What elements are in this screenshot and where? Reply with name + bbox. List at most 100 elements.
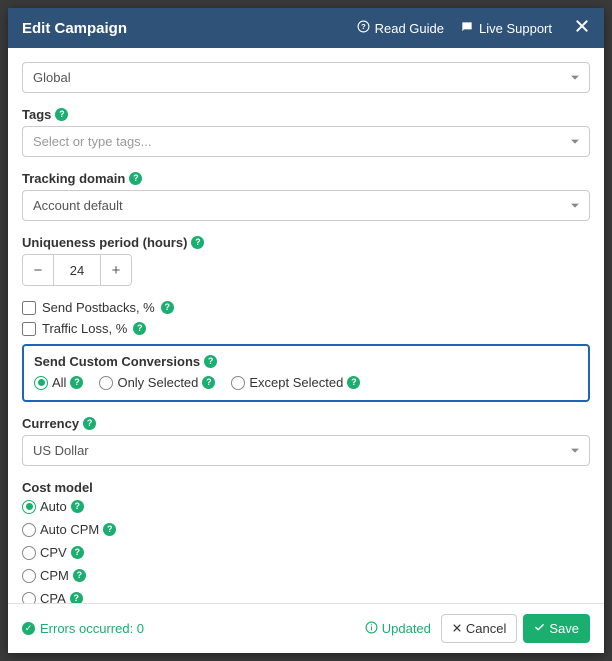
- radio-only-selected-label: Only Selected: [117, 375, 198, 390]
- tracking-domain-value: Account default: [33, 198, 123, 213]
- help-icon[interactable]: ?: [202, 376, 215, 389]
- currency-label-row: Currency ?: [22, 416, 590, 431]
- svg-text:?: ?: [361, 22, 366, 31]
- updated-status: Updated: [365, 621, 431, 637]
- send-postbacks-label: Send Postbacks, %: [42, 300, 155, 315]
- help-icon[interactable]: ?: [347, 376, 360, 389]
- custom-conversions-label: Send Custom Conversions: [34, 354, 200, 369]
- cost-option-cpv[interactable]: CPV ?: [22, 545, 590, 560]
- stepper-increment[interactable]: +: [101, 255, 131, 285]
- cost-option-cpa[interactable]: CPA ?: [22, 591, 590, 603]
- currency-field: Currency ? US Dollar: [22, 416, 590, 466]
- help-icon[interactable]: ?: [129, 172, 142, 185]
- currency-label: Currency: [22, 416, 79, 431]
- send-postbacks-row[interactable]: Send Postbacks, % ?: [22, 300, 590, 315]
- info-icon: [365, 621, 378, 637]
- close-button[interactable]: [574, 18, 590, 38]
- custom-conversions-label-row: Send Custom Conversions ?: [34, 354, 578, 369]
- help-icon[interactable]: ?: [133, 322, 146, 335]
- uniqueness-input[interactable]: [53, 255, 101, 285]
- live-support-label: Live Support: [479, 21, 552, 36]
- radio-all[interactable]: All ?: [34, 375, 83, 390]
- x-icon: [452, 621, 462, 636]
- read-guide-link[interactable]: ? Read Guide: [357, 20, 444, 36]
- geo-select[interactable]: Global: [22, 62, 590, 93]
- help-icon[interactable]: ?: [83, 417, 96, 430]
- traffic-loss-row[interactable]: Traffic Loss, % ?: [22, 321, 590, 336]
- cost-option-label: Auto: [40, 499, 67, 514]
- cost-option-auto[interactable]: Auto ?: [22, 499, 590, 514]
- radio-except-selected[interactable]: Except Selected ?: [231, 375, 360, 390]
- cancel-button[interactable]: Cancel: [441, 614, 517, 643]
- uniqueness-stepper: − +: [22, 254, 132, 286]
- check-icon: ✓: [22, 622, 35, 635]
- tracking-domain-select[interactable]: Account default: [22, 190, 590, 221]
- send-postbacks-checkbox[interactable]: [22, 301, 36, 315]
- live-support-link[interactable]: Live Support: [460, 20, 552, 37]
- tags-label: Tags: [22, 107, 51, 122]
- radio-icon: [99, 376, 113, 390]
- updated-label: Updated: [382, 621, 431, 636]
- tags-label-row: Tags ?: [22, 107, 590, 122]
- traffic-loss-checkbox[interactable]: [22, 322, 36, 336]
- custom-conversions-radios: All ? Only Selected ? Except Selected ?: [34, 375, 578, 390]
- cost-option-label: Auto CPM: [40, 522, 99, 537]
- help-icon[interactable]: ?: [71, 546, 84, 559]
- uniqueness-field: Uniqueness period (hours) ? − +: [22, 235, 590, 286]
- radio-except-selected-label: Except Selected: [249, 375, 343, 390]
- help-icon[interactable]: ?: [73, 569, 86, 582]
- help-icon[interactable]: ?: [71, 500, 84, 513]
- cost-model-options: Auto ? Auto CPM ? CPV ?: [22, 499, 590, 603]
- currency-select[interactable]: US Dollar: [22, 435, 590, 466]
- question-icon: ?: [357, 20, 370, 36]
- help-icon[interactable]: ?: [70, 376, 83, 389]
- stepper-decrement[interactable]: −: [23, 255, 53, 285]
- save-button[interactable]: Save: [523, 614, 590, 643]
- tags-select[interactable]: Select or type tags...: [22, 126, 590, 157]
- cost-option-label: CPA: [40, 591, 66, 603]
- checkbox-group: Send Postbacks, % ? Traffic Loss, % ?: [22, 300, 590, 336]
- cost-model-label: Cost model: [22, 480, 93, 495]
- radio-icon: [22, 523, 36, 537]
- help-icon[interactable]: ?: [103, 523, 116, 536]
- radio-only-selected[interactable]: Only Selected ?: [99, 375, 215, 390]
- radio-icon: [22, 500, 36, 514]
- modal-body: Global Tags ? Select or type tags... Tra…: [8, 48, 604, 603]
- modal-footer: ✓ Errors occurred: 0 Updated Cancel Save: [8, 603, 604, 653]
- close-icon: [574, 18, 590, 34]
- custom-conversions-box: Send Custom Conversions ? All ? Only Sel…: [22, 344, 590, 402]
- traffic-loss-label: Traffic Loss, %: [42, 321, 127, 336]
- help-icon[interactable]: ?: [55, 108, 68, 121]
- radio-icon: [22, 569, 36, 583]
- tags-placeholder: Select or type tags...: [33, 134, 152, 149]
- save-label: Save: [549, 621, 579, 636]
- help-icon[interactable]: ?: [191, 236, 204, 249]
- help-icon[interactable]: ?: [204, 355, 217, 368]
- cost-option-cpm[interactable]: CPM ?: [22, 568, 590, 583]
- tracking-domain-label: Tracking domain: [22, 171, 125, 186]
- geo-field: Global: [22, 62, 590, 93]
- read-guide-label: Read Guide: [375, 21, 444, 36]
- error-status: ✓ Errors occurred: 0: [22, 621, 144, 636]
- radio-icon: [231, 376, 245, 390]
- currency-value: US Dollar: [33, 443, 89, 458]
- chat-icon: [460, 20, 474, 37]
- radio-icon: [22, 592, 36, 604]
- cost-option-label: CPM: [40, 568, 69, 583]
- form-scroll[interactable]: Global Tags ? Select or type tags... Tra…: [22, 62, 604, 603]
- cost-option-label: CPV: [40, 545, 67, 560]
- modal-title: Edit Campaign: [22, 20, 127, 37]
- radio-all-label: All: [52, 375, 66, 390]
- uniqueness-label-row: Uniqueness period (hours) ?: [22, 235, 590, 250]
- help-icon[interactable]: ?: [70, 592, 83, 603]
- cost-option-auto-cpm[interactable]: Auto CPM ?: [22, 522, 590, 537]
- help-icon[interactable]: ?: [161, 301, 174, 314]
- tags-field: Tags ? Select or type tags...: [22, 107, 590, 157]
- tracking-domain-label-row: Tracking domain ?: [22, 171, 590, 186]
- uniqueness-label: Uniqueness period (hours): [22, 235, 187, 250]
- error-status-text: Errors occurred: 0: [40, 621, 144, 636]
- edit-campaign-modal: Edit Campaign ? Read Guide Live Support …: [8, 8, 604, 653]
- radio-icon: [22, 546, 36, 560]
- cost-model-field: Cost model Auto ? Auto CPM ?: [22, 480, 590, 603]
- cost-model-label-row: Cost model: [22, 480, 590, 495]
